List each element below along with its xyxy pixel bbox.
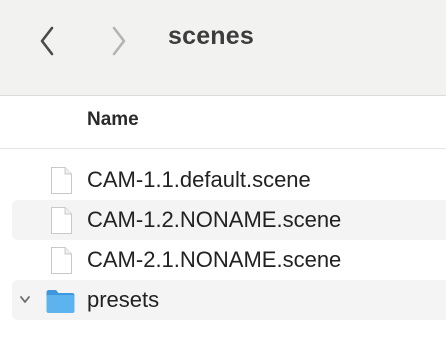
name-column-header[interactable]: Name [87, 109, 139, 131]
document-icon [51, 167, 72, 194]
file-row[interactable]: CAM-2.1.NONAME.scene [0, 240, 446, 280]
folder-name: presets [87, 287, 160, 312]
document-icon [51, 247, 72, 274]
folder-icon [46, 290, 75, 313]
file-name: CAM-1.2.NONAME.scene [87, 207, 342, 232]
file-list: CAM-1.1.default.scene CAM-1.2.NONAME.sce… [0, 160, 446, 320]
file-name: CAM-1.1.default.scene [87, 167, 311, 192]
file-name: CAM-2.1.NONAME.scene [87, 247, 342, 272]
column-header-row: Name [0, 96, 446, 149]
file-row[interactable]: CAM-1.1.default.scene [0, 160, 446, 200]
chevron-right-disclosure-icon[interactable] [17, 292, 33, 308]
folder-row[interactable]: presets [0, 280, 446, 320]
chevron-right-icon [112, 26, 126, 56]
chevron-left-icon [40, 26, 54, 56]
forward-button[interactable] [104, 24, 134, 58]
window-title: scenes [168, 22, 254, 50]
file-row[interactable]: CAM-1.2.NONAME.scene [0, 200, 446, 240]
toolbar: scenes [0, 0, 446, 96]
document-icon [51, 207, 72, 234]
back-button[interactable] [32, 24, 62, 58]
